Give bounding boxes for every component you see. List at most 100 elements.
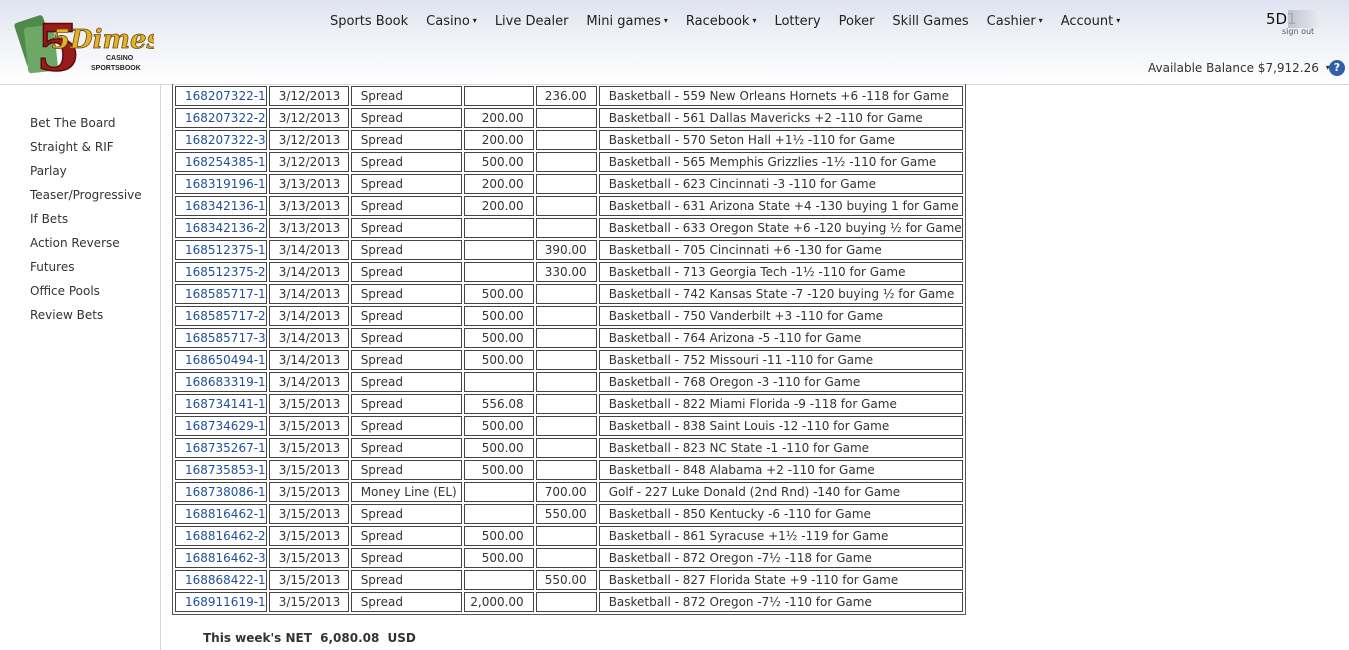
- sidebar-item-if-bets[interactable]: If Bets: [30, 211, 142, 235]
- risk-amount: 200.00: [463, 196, 534, 216]
- ticket-link[interactable]: 168585717-3: [175, 328, 267, 348]
- nav-item-lottery[interactable]: Lottery: [774, 14, 820, 29]
- divider: [160, 84, 161, 650]
- bet-description: Basketball - 559 New Orleans Hornets +6 …: [598, 86, 963, 106]
- ticket-link[interactable]: 168207322-2: [175, 108, 267, 128]
- sidebar-item-bet-the-board[interactable]: Bet The Board: [30, 115, 142, 139]
- nav-item-poker[interactable]: Poker: [839, 14, 875, 29]
- sidebar-item-action-reverse[interactable]: Action Reverse: [30, 235, 142, 259]
- bet-description: Basketball - 764 Arizona -5 -110 for Gam…: [598, 328, 963, 348]
- bet-type: Spread: [350, 328, 462, 348]
- nav-item-label: Casino: [426, 14, 470, 29]
- ticket-link[interactable]: 168816462-2: [175, 526, 267, 546]
- weekly-net: This week's NET 6,080.08 USD: [203, 631, 420, 645]
- nav-item-label: Skill Games: [892, 14, 969, 29]
- ticket-link[interactable]: 168512375-1: [175, 240, 267, 260]
- nav-item-cashier[interactable]: Cashier ▾: [987, 14, 1043, 29]
- chevron-down-icon: ▾: [663, 16, 668, 25]
- ticket-link[interactable]: 168319196-1: [175, 174, 267, 194]
- nav-item-skill-games[interactable]: Skill Games: [892, 14, 968, 29]
- 5dimes-logo[interactable]: 5 5Dimes CASINO SPORTSBOOK: [14, 8, 154, 84]
- risk-amount: 200.00: [463, 174, 534, 194]
- table-row: 168735853-1 3/15/2013 Spread 500.00 Basketba…: [175, 460, 963, 480]
- bet-description: Basketball - 752 Missouri -11 -110 for G…: [598, 350, 963, 370]
- bet-type: Spread: [350, 592, 462, 612]
- win-amount: [535, 152, 597, 172]
- ticket-link[interactable]: 168683319-1: [175, 372, 267, 392]
- risk-amount: 500.00: [463, 526, 534, 546]
- table-row: 168816462-1 3/15/2013 Spread 550.00 Basketba…: [175, 504, 963, 524]
- bet-type: Spread: [350, 416, 462, 436]
- ticket-link[interactable]: 168650494-1: [175, 350, 267, 370]
- win-amount: [535, 218, 597, 238]
- balance-label: Available Balance $7,912.26: [1148, 61, 1319, 75]
- bet-description: Basketball - 565 Memphis Grizzlies -1½ -…: [598, 152, 963, 172]
- sidebar-item-futures[interactable]: Futures: [30, 259, 142, 283]
- ticket-link[interactable]: 168342136-1: [175, 196, 267, 216]
- sidebar-item-straight-rif[interactable]: Straight & RIF: [30, 139, 142, 163]
- table-row: 168911619-1 3/15/2013 Spread 2,000.00 Basket…: [175, 592, 963, 612]
- ticket-link[interactable]: 168816462-3: [175, 548, 267, 568]
- sidebar-item-parlay[interactable]: Parlay: [30, 163, 142, 187]
- ticket-link[interactable]: 168207322-3: [175, 130, 267, 150]
- risk-amount: 500.00: [463, 284, 534, 304]
- win-amount: [535, 174, 597, 194]
- table-row: 168342136-1 3/13/2013 Spread 200.00 Basketba…: [175, 196, 963, 216]
- bet-type: Spread: [350, 130, 462, 150]
- top-nav: Sports Book Casino ▾ Live Dealer Mini games ▾…: [330, 14, 1138, 29]
- nav-item-live-dealer[interactable]: Live Dealer: [495, 14, 569, 29]
- risk-amount: 500.00: [463, 350, 534, 370]
- sidebar-item-review-bets[interactable]: Review Bets: [30, 307, 142, 331]
- ticket-link[interactable]: 168911619-1: [175, 592, 267, 612]
- ticket-link[interactable]: 168342136-2: [175, 218, 267, 238]
- table-row: 168816462-2 3/15/2013 Spread 500.00 Basketba…: [175, 526, 963, 546]
- risk-amount: 500.00: [463, 438, 534, 458]
- ticket-link[interactable]: 168585717-2: [175, 306, 267, 326]
- bets-table: 168207322-1 3/12/2013 Spread 236.00 Basketba…: [172, 84, 966, 615]
- ticket-link[interactable]: 168868422-1: [175, 570, 267, 590]
- bet-description: Basketball - 713 Georgia Tech -1½ -110 f…: [598, 262, 963, 282]
- ticket-link[interactable]: 168738086-1: [175, 482, 267, 502]
- ticket-link[interactable]: 168254385-1: [175, 152, 267, 172]
- chevron-down-icon: ▾: [752, 16, 757, 25]
- ticket-link[interactable]: 168735853-1: [175, 460, 267, 480]
- bet-type: Spread: [350, 86, 462, 106]
- nav-item-mini-games[interactable]: Mini games ▾: [586, 14, 667, 29]
- win-amount: [535, 394, 597, 414]
- nav-item-account[interactable]: Account ▾: [1061, 14, 1121, 29]
- sidebar-item-teaser-progressive[interactable]: Teaser/Progressive: [30, 187, 142, 211]
- risk-amount: [463, 240, 534, 260]
- ticket-link[interactable]: 168734629-1: [175, 416, 267, 436]
- nav-item-casino[interactable]: Casino ▾: [426, 14, 477, 29]
- sidebar-item-office-pools[interactable]: Office Pools: [30, 283, 142, 307]
- table-row: 168512375-1 3/14/2013 Spread 390.00 Basketba…: [175, 240, 963, 260]
- risk-amount: 200.00: [463, 130, 534, 150]
- win-amount: 550.00: [535, 570, 597, 590]
- ticket-link[interactable]: 168816462-1: [175, 504, 267, 524]
- ticket-link[interactable]: 168207322-1: [175, 86, 267, 106]
- win-amount: 390.00: [535, 240, 597, 260]
- nav-item-sports-book[interactable]: Sports Book: [330, 14, 408, 29]
- bet-date: 3/14/2013: [268, 306, 349, 326]
- ticket-link[interactable]: 168585717-1: [175, 284, 267, 304]
- bet-date: 3/14/2013: [268, 350, 349, 370]
- win-amount: [535, 416, 597, 436]
- nav-item-label: Lottery: [774, 14, 821, 29]
- table-row: 168319196-1 3/13/2013 Spread 200.00 Basketba…: [175, 174, 963, 194]
- risk-amount: 200.00: [463, 108, 534, 128]
- ticket-link[interactable]: 168512375-2: [175, 262, 267, 282]
- sidebar-menu: Bet The Board Straight & RIF Parlay Teaser/…: [30, 115, 142, 331]
- ticket-link[interactable]: 168735267-1: [175, 438, 267, 458]
- bet-description: Basketball - 633 Oregon State +6 -120 bu…: [598, 218, 963, 238]
- nav-item-racebook[interactable]: Racebook ▾: [686, 14, 757, 29]
- win-amount: [535, 108, 597, 128]
- available-balance-dropdown[interactable]: Available Balance $7,912.26 ▾: [1148, 61, 1330, 75]
- ticket-link[interactable]: 168734141-1: [175, 394, 267, 414]
- bet-type: Spread: [350, 108, 462, 128]
- table-row: 168254385-1 3/12/2013 Spread 500.00 Basketba…: [175, 152, 963, 172]
- help-icon[interactable]: ?: [1329, 60, 1345, 76]
- signout-link[interactable]: sign out: [1282, 27, 1314, 36]
- bet-description: Basketball - 750 Vanderbilt +3 -110 for …: [598, 306, 963, 326]
- bet-date: 3/15/2013: [268, 592, 349, 612]
- nav-item-label: Account: [1060, 14, 1114, 29]
